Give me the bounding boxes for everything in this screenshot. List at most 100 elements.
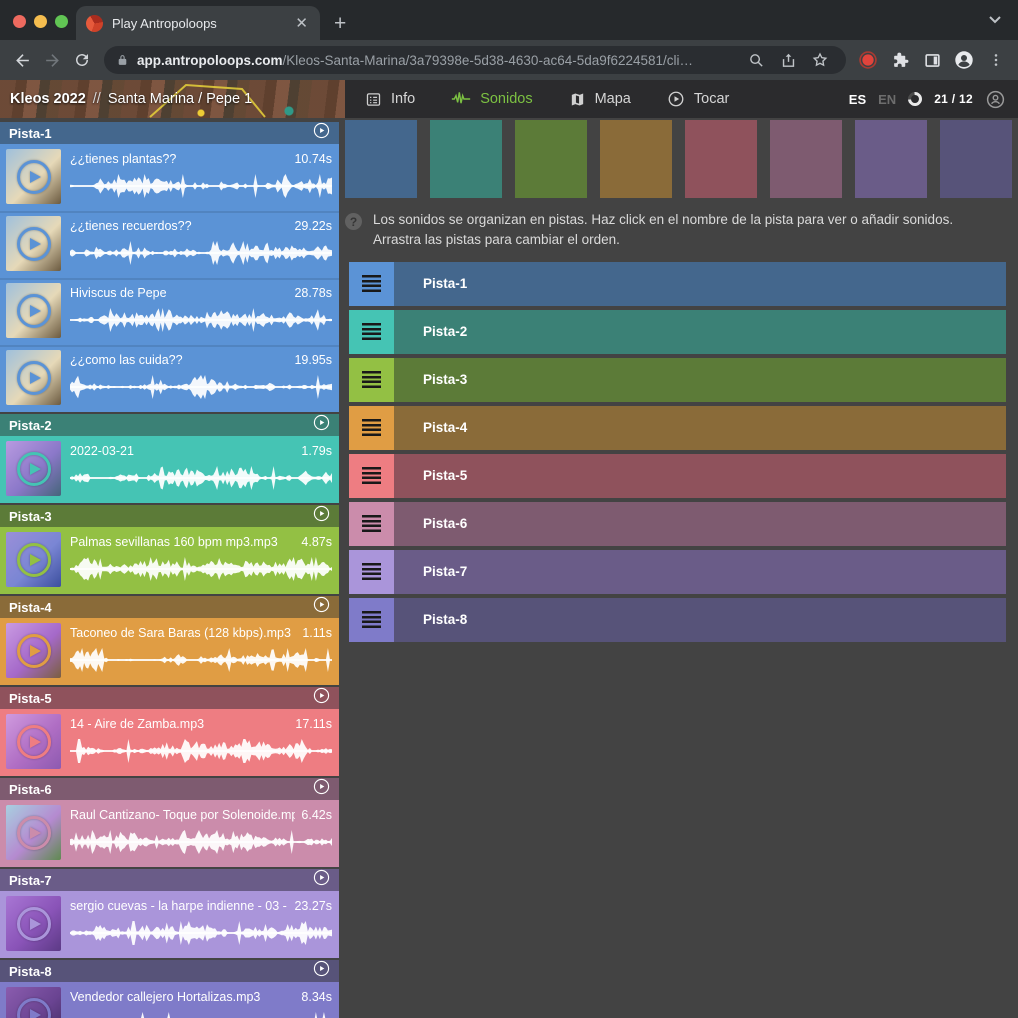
track-row-bar[interactable]: Pista-7 xyxy=(394,550,1006,594)
track-play-button[interactable] xyxy=(313,414,330,436)
track-color-swatch[interactable] xyxy=(600,120,672,198)
track-row-bar[interactable]: Pista-2 xyxy=(394,310,1006,354)
clip-item[interactable]: ¿¿como las cuida??19.95s xyxy=(0,345,339,412)
clip-item[interactable]: Palmas sevillanas 160 bpm mp3.mp34.87s xyxy=(0,527,339,594)
zoom-page-icon[interactable] xyxy=(742,46,770,74)
track-row-bar[interactable]: Pista-5 xyxy=(394,454,1006,498)
track-row-bar[interactable]: Pista-4 xyxy=(394,406,1006,450)
clip-play-icon[interactable] xyxy=(17,543,51,577)
track-row[interactable]: Pista-3 xyxy=(349,358,1006,402)
lang-en-button[interactable]: EN xyxy=(878,92,896,107)
track-header[interactable]: Pista-3 xyxy=(0,505,339,527)
track-header[interactable]: Pista-5 xyxy=(0,687,339,709)
track-play-button[interactable] xyxy=(313,687,330,709)
clip-waveform[interactable] xyxy=(70,166,332,206)
track-color-swatch[interactable] xyxy=(770,120,842,198)
nav-tab-info[interactable]: Info xyxy=(365,91,415,108)
clip-play-icon[interactable] xyxy=(17,725,51,759)
drag-handle[interactable] xyxy=(349,262,394,306)
clip-play-icon[interactable] xyxy=(17,294,51,328)
track-row[interactable]: Pista-1 xyxy=(349,262,1006,306)
clip-play-icon[interactable] xyxy=(17,361,51,395)
track-color-swatch[interactable] xyxy=(345,120,417,198)
clip-play-icon[interactable] xyxy=(17,907,51,941)
clip-waveform[interactable] xyxy=(70,913,332,953)
track-play-button[interactable] xyxy=(313,122,330,144)
browser-menu-icon[interactable] xyxy=(982,46,1010,74)
clip-item[interactable]: 2022-03-211.79s xyxy=(0,436,339,503)
track-row-bar[interactable]: Pista-8 xyxy=(394,598,1006,642)
clip-play-icon[interactable] xyxy=(17,227,51,261)
clip-item[interactable]: Hiviscus de Pepe28.78s xyxy=(0,278,339,345)
clip-play-icon[interactable] xyxy=(17,452,51,486)
zoom-window-button[interactable] xyxy=(55,15,68,28)
side-panel-icon[interactable] xyxy=(918,46,946,74)
drag-handle[interactable] xyxy=(349,310,394,354)
track-color-swatch[interactable] xyxy=(515,120,587,198)
track-row[interactable]: Pista-7 xyxy=(349,550,1006,594)
clip-waveform[interactable] xyxy=(70,1004,332,1018)
clip-item[interactable]: Taconeo de Sara Baras (128 kbps).mp31.11… xyxy=(0,618,339,685)
clip-thumbnail[interactable] xyxy=(6,283,61,338)
clip-waveform[interactable] xyxy=(70,822,332,862)
drag-handle[interactable] xyxy=(349,550,394,594)
track-color-swatch[interactable] xyxy=(940,120,1012,198)
clip-thumbnail[interactable] xyxy=(6,896,61,951)
track-play-button[interactable] xyxy=(313,596,330,618)
track-row[interactable]: Pista-2 xyxy=(349,310,1006,354)
share-icon[interactable] xyxy=(774,46,802,74)
browser-tab[interactable]: Play Antropoloops ✕ xyxy=(76,6,320,40)
address-bar[interactable]: app.antropoloops.com/Kleos-Santa-Marina/… xyxy=(104,46,846,74)
track-header[interactable]: Pista-2 xyxy=(0,414,339,436)
drag-handle[interactable] xyxy=(349,502,394,546)
macos-traffic-lights[interactable] xyxy=(13,15,68,28)
track-header[interactable]: Pista-4 xyxy=(0,596,339,618)
new-tab-button[interactable]: + xyxy=(334,13,346,34)
reload-icon[interactable] xyxy=(68,46,96,74)
account-icon[interactable] xyxy=(985,89,1006,110)
track-header[interactable]: Pista-1 xyxy=(0,122,339,144)
drag-handle[interactable] xyxy=(349,598,394,642)
track-row[interactable]: Pista-6 xyxy=(349,502,1006,546)
clip-item[interactable]: sergio cuevas - la harpe indienne - 03 -… xyxy=(0,891,339,958)
clip-thumbnail[interactable] xyxy=(6,216,61,271)
clip-thumbnail[interactable] xyxy=(6,623,61,678)
track-row-bar[interactable]: Pista-1 xyxy=(394,262,1006,306)
track-row[interactable]: Pista-8 xyxy=(349,598,1006,642)
close-window-button[interactable] xyxy=(13,15,26,28)
profile-avatar-icon[interactable] xyxy=(950,46,978,74)
record-extension-icon[interactable] xyxy=(854,46,882,74)
clip-waveform[interactable] xyxy=(70,731,332,771)
nav-tab-tocar[interactable]: Tocar xyxy=(667,90,729,108)
track-play-button[interactable] xyxy=(313,505,330,527)
clip-thumbnail[interactable] xyxy=(6,441,61,496)
tab-close-icon[interactable]: ✕ xyxy=(293,14,310,32)
clip-play-icon[interactable] xyxy=(17,816,51,850)
track-header[interactable]: Pista-6 xyxy=(0,778,339,800)
track-play-button[interactable] xyxy=(313,960,330,982)
clip-item[interactable]: Vendedor callejero Hortalizas.mp38.34s xyxy=(0,982,339,1018)
clip-waveform[interactable] xyxy=(70,367,332,407)
drag-handle[interactable] xyxy=(349,406,394,450)
track-header[interactable]: Pista-7 xyxy=(0,869,339,891)
track-header[interactable]: Pista-8 xyxy=(0,960,339,982)
track-row[interactable]: Pista-5 xyxy=(349,454,1006,498)
drag-handle[interactable] xyxy=(349,454,394,498)
clip-thumbnail[interactable] xyxy=(6,350,61,405)
clip-waveform[interactable] xyxy=(70,233,332,273)
track-play-button[interactable] xyxy=(313,778,330,800)
back-icon[interactable] xyxy=(8,46,36,74)
clip-waveform[interactable] xyxy=(70,549,332,589)
clip-item[interactable]: 14 - Aire de Zamba.mp317.11s xyxy=(0,709,339,776)
track-color-swatch[interactable] xyxy=(855,120,927,198)
track-color-swatch[interactable] xyxy=(685,120,757,198)
track-color-swatch[interactable] xyxy=(430,120,502,198)
track-row-bar[interactable]: Pista-3 xyxy=(394,358,1006,402)
clip-play-icon[interactable] xyxy=(17,160,51,194)
track-row-bar[interactable]: Pista-6 xyxy=(394,502,1006,546)
nav-tab-mapa[interactable]: Mapa xyxy=(569,91,631,108)
lang-es-button[interactable]: ES xyxy=(849,92,866,107)
clip-thumbnail[interactable] xyxy=(6,714,61,769)
project-banner[interactable]: Kleos 2022//Santa Marina / Pepe 1 xyxy=(0,80,345,118)
clip-thumbnail[interactable] xyxy=(6,149,61,204)
